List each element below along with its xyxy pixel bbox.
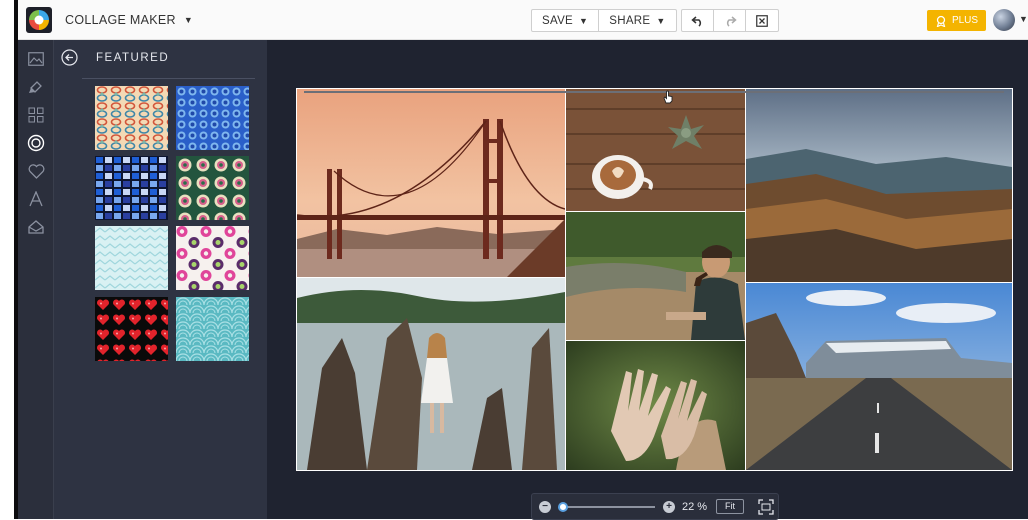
app-window: COLLAGE MAKER ▼ SAVE ▼ SHARE ▼ PLUS ▼ FE… <box>0 0 1028 520</box>
textures-icon[interactable] <box>25 216 47 238</box>
share-label: SHARE <box>609 14 651 27</box>
history-group <box>681 9 779 32</box>
app-logo-icon[interactable] <box>26 7 52 33</box>
redo-icon <box>726 15 737 27</box>
zoom-slider-track[interactable] <box>559 506 655 508</box>
pattern-tile-red-hearts[interactable] <box>95 297 168 361</box>
pattern-tile-blue-mosaic[interactable] <box>95 156 168 220</box>
zoom-bar: − + 22 % Fit <box>531 493 779 520</box>
photo-golden-gate-bridge[interactable] <box>297 89 565 277</box>
undo-icon <box>690 15 701 27</box>
hand-cursor-icon <box>662 90 674 109</box>
pattern-tile-teal-waves[interactable] <box>176 297 249 361</box>
pattern-tile-mint-chevron[interactable] <box>95 226 168 290</box>
zoom-slider-handle[interactable] <box>557 502 568 512</box>
featured-panel: FEATURED <box>54 40 267 519</box>
background-icon[interactable] <box>25 76 47 98</box>
photo-girl-in-lake[interactable] <box>297 278 565 470</box>
selection-guide <box>304 91 1004 93</box>
top-bar: COLLAGE MAKER ▼ SAVE ▼ SHARE ▼ PLUS ▼ <box>18 0 1028 40</box>
pattern-tile-green-circles[interactable] <box>176 156 249 220</box>
collage-maker-menu[interactable]: COLLAGE MAKER ▼ <box>65 13 193 27</box>
redo-button[interactable] <box>714 10 746 31</box>
back-arrow-icon <box>61 49 78 66</box>
plus-button[interactable]: PLUS <box>927 10 986 31</box>
heart-icon[interactable] <box>25 160 47 182</box>
save-button[interactable]: SAVE ▼ <box>532 10 600 31</box>
back-button[interactable] <box>61 49 78 66</box>
zoom-in-button[interactable]: + <box>663 501 675 513</box>
avatar[interactable] <box>993 9 1015 31</box>
chevron-down-icon: ▼ <box>183 15 194 25</box>
grid-icon[interactable] <box>25 104 47 126</box>
share-button[interactable]: SHARE ▼ <box>599 10 675 31</box>
collage-canvas[interactable] <box>296 88 1013 471</box>
zoom-out-button[interactable]: − <box>539 501 551 513</box>
fullscreen-icon[interactable] <box>758 499 774 515</box>
panel-title: FEATURED <box>96 52 170 64</box>
app-title: COLLAGE MAKER <box>65 13 176 27</box>
close-box-icon <box>756 14 768 27</box>
undo-button[interactable] <box>682 10 714 31</box>
chevron-down-icon: ▼ <box>656 15 666 26</box>
close-collage-button[interactable] <box>746 10 778 31</box>
panel-divider <box>82 78 255 79</box>
zoom-value: 22 % <box>682 501 708 513</box>
pattern-tile-blue-dots[interactable] <box>176 86 249 150</box>
pattern-tile-retro-links[interactable] <box>95 86 168 150</box>
stickers-icon[interactable] <box>25 132 47 154</box>
layout-icon[interactable] <box>25 48 47 70</box>
chevron-down-icon[interactable]: ▼ <box>1019 14 1028 24</box>
text-icon[interactable] <box>25 188 47 210</box>
fit-button[interactable]: Fit <box>716 499 744 514</box>
save-share-group: SAVE ▼ SHARE ▼ <box>531 9 677 32</box>
photo-road-mountain[interactable] <box>746 283 1012 470</box>
save-label: SAVE <box>542 14 574 27</box>
photo-latte-succulent[interactable] <box>566 89 745 211</box>
photo-mountain-sunset[interactable] <box>746 89 1012 282</box>
workspace: − + 22 % Fit <box>267 40 1028 520</box>
tool-rail <box>18 40 54 519</box>
plus-badge-icon <box>936 15 946 27</box>
chevron-down-icon: ▼ <box>579 15 589 26</box>
pattern-tile-pink-dots[interactable] <box>176 226 249 290</box>
plus-label: PLUS <box>951 15 979 26</box>
photo-hands-over-face[interactable] <box>566 341 745 470</box>
photo-man-with-pipe[interactable] <box>566 212 745 340</box>
